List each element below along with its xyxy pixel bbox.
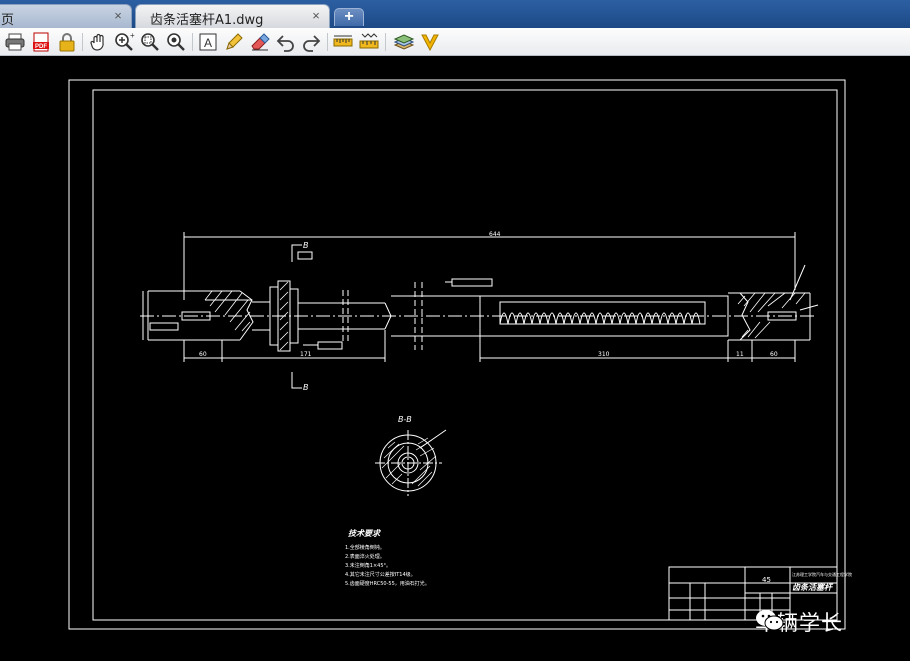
pan-icon[interactable] xyxy=(88,31,110,53)
layers-icon[interactable] xyxy=(393,31,415,53)
section-label: B-B xyxy=(398,415,412,424)
dim-total: 644 xyxy=(489,231,501,238)
zoom-extents-icon[interactable] xyxy=(165,31,187,53)
eraser-icon[interactable] xyxy=(249,31,271,53)
pencil-icon[interactable] xyxy=(223,31,245,53)
dim-rack: 310 xyxy=(598,351,610,358)
svg-text:PDF: PDF xyxy=(35,44,47,50)
measure-icon[interactable] xyxy=(332,31,354,53)
outer-frame xyxy=(68,79,846,630)
redo-icon[interactable] xyxy=(300,31,322,53)
dim-right: 60 xyxy=(770,351,778,358)
note-2: 2.表面淬火处理。 xyxy=(345,553,385,560)
tab-home[interactable]: 页 × xyxy=(0,4,132,28)
drawing-canvas[interactable]: 644 60 171 310 11 60 B B B-B 技术要求 1.全部棱角… xyxy=(0,56,910,661)
note-3: 3.未注倒角1×45°。 xyxy=(345,562,391,569)
dim-left: 60 xyxy=(199,351,207,358)
svg-text:+: + xyxy=(130,31,135,40)
cut-mark-top: B xyxy=(303,241,309,250)
note-1: 1.全部棱角倒钝。 xyxy=(345,544,385,551)
cut-mark-bottom: B xyxy=(303,383,309,392)
tab-drawing-label: 齿条活塞杆A1.dwg xyxy=(150,13,264,28)
toolbar-separator xyxy=(385,33,386,51)
note-4: 4.其它未注尺寸公差按IT14级。 xyxy=(345,571,416,578)
wechat-icon xyxy=(756,610,784,631)
tab-home-label: 页 xyxy=(1,13,15,28)
dim-right-small: 11 xyxy=(736,351,744,358)
title-material: 45 xyxy=(762,576,771,584)
pdf-icon[interactable]: PDF xyxy=(30,31,52,53)
lock-icon[interactable] xyxy=(56,31,78,53)
measure-area-icon[interactable] xyxy=(358,31,380,53)
zoom-window-icon[interactable] xyxy=(139,31,161,53)
cad-drawing: 644 60 171 310 11 60 B B B-B 技术要求 1.全部棱角… xyxy=(68,79,852,630)
title-school: 江苏理工学院汽车与交通工程学院 xyxy=(792,571,852,577)
zoom-in-icon[interactable]: + xyxy=(113,31,135,53)
note-5: 5.齿面硬度HRC50-55，用油石打光。 xyxy=(345,580,430,587)
check-v-icon[interactable] xyxy=(419,31,441,53)
print-icon[interactable] xyxy=(4,31,26,53)
tab-bar: 页 × 齿条活塞杆A1.dwg × + xyxy=(0,0,910,28)
watermark: 车辆学长 xyxy=(755,608,843,636)
new-tab-button[interactable]: + xyxy=(334,8,364,26)
title-part-name: 齿条活塞杆 xyxy=(792,583,834,592)
close-icon[interactable]: × xyxy=(309,9,323,23)
notes-title: 技术要求 xyxy=(348,529,382,538)
dim-mid: 171 xyxy=(300,351,312,358)
undo-icon[interactable] xyxy=(275,31,297,53)
text-icon[interactable]: A xyxy=(197,31,219,53)
svg-text:A: A xyxy=(204,36,212,50)
toolbar-separator xyxy=(327,33,328,51)
toolbar: PDF + A xyxy=(0,28,910,56)
close-icon[interactable]: × xyxy=(111,9,125,23)
toolbar-separator xyxy=(82,33,83,51)
toolbar-separator xyxy=(192,33,193,51)
tab-drawing[interactable]: 齿条活塞杆A1.dwg × xyxy=(135,4,330,28)
